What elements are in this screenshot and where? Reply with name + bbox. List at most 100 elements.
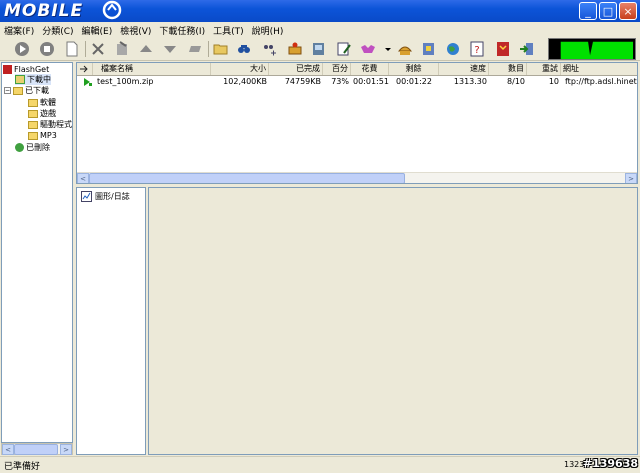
list-header: 檔案名稱 大小 已完成 百分 花費 剩餘 速度 數目 重試 網址 — [77, 63, 637, 76]
exit-app-icon[interactable] — [494, 40, 512, 58]
globe-icon[interactable] — [444, 40, 462, 58]
menu-task[interactable]: 下載任務(I) — [155, 24, 209, 37]
col-completed[interactable]: 已完成 — [269, 63, 323, 75]
exit-icon[interactable] — [518, 40, 536, 58]
col-url[interactable]: 網址 — [561, 63, 637, 75]
tree-item-mp3[interactable]: MP3 — [28, 130, 57, 141]
folder-icon — [28, 109, 38, 118]
download-list: 檔案名稱 大小 已完成 百分 花費 剩餘 速度 數目 重試 網址 test_10… — [76, 62, 638, 184]
move-up-icon[interactable] — [137, 40, 155, 58]
col-elapsed[interactable]: 花費 — [351, 63, 389, 75]
scroll-left-icon[interactable]: < — [2, 444, 14, 455]
folder-icon — [28, 120, 38, 129]
title-bar: MOBILE _ □ × — [0, 0, 640, 22]
cell-speed: 1313.30 — [453, 77, 487, 86]
import-icon[interactable] — [310, 40, 328, 58]
cell-elapsed: 00:01:51 — [353, 77, 389, 86]
flashget-icon — [3, 65, 12, 74]
help-icon[interactable]: ? — [468, 40, 486, 58]
menu-bar: 檔案(F) 分類(C) 編輯(E) 檢視(V) 下載任務(I) 工具(T) 說明… — [0, 22, 640, 38]
folder-icon — [28, 131, 38, 140]
col-size[interactable]: 大小 — [211, 63, 269, 75]
cell-percent: 73% — [331, 77, 349, 86]
speed-meter — [548, 38, 636, 60]
menu-file[interactable]: 檔案(F) — [0, 24, 38, 37]
scroll-thumb[interactable] — [14, 444, 58, 455]
tree-label-drivers: 驅動程式 — [40, 120, 72, 129]
menu-view[interactable]: 檢視(V) — [116, 24, 155, 37]
tree-item-deleted[interactable]: 已刪除 — [15, 142, 50, 153]
scroll-left-icon[interactable]: < — [77, 173, 89, 183]
tree-label-downloaded: 已下載 — [25, 86, 49, 95]
col-percent[interactable]: 百分 — [323, 63, 351, 75]
menu-category[interactable]: 分類(C) — [38, 24, 77, 37]
log-tab-label: 圖形/日誌 — [95, 192, 130, 201]
toolbar: ? — [0, 38, 640, 61]
cell-retry: 10 — [548, 77, 559, 86]
maximize-button[interactable]: □ — [599, 2, 617, 20]
status-text: 已準備好 — [4, 462, 41, 472]
logo-mark-icon — [102, 0, 122, 20]
start-icon[interactable] — [13, 40, 31, 58]
tree-label-games: 遊戲 — [40, 109, 56, 118]
cell-count: 8/10 — [507, 77, 525, 86]
svg-text:?: ? — [474, 45, 479, 56]
pause-icon[interactable] — [38, 40, 56, 58]
skin-icon[interactable] — [359, 40, 377, 58]
col-count[interactable]: 數目 — [489, 63, 527, 75]
edit-note-icon[interactable] — [335, 40, 353, 58]
tree-item-downloading[interactable]: 下載中 — [15, 74, 51, 85]
tree-item-games[interactable]: 遊戲 — [28, 108, 56, 119]
status-speed: 1323 — [564, 460, 585, 469]
tree-label-mp3: MP3 — [40, 131, 57, 140]
find-icon[interactable] — [235, 40, 253, 58]
detail-panel — [148, 187, 638, 455]
tree-label-downloading: 下載中 — [27, 75, 51, 84]
folder-icon — [28, 98, 38, 107]
app-logo: MOBILE — [4, 1, 84, 21]
cell-completed: 74759KB — [284, 77, 321, 86]
col-remaining[interactable]: 剩餘 — [389, 63, 439, 75]
cell-url: ftp://ftp.adsl.hinet.net — [565, 77, 637, 86]
category-tree: FlashGet 下載中 − 已下載 軟體 遊戲 驅動程式 MP3 已刪除 — [1, 62, 73, 443]
tree-label-deleted: 已刪除 — [26, 143, 50, 152]
status-bar: 已準備好 1323 — [0, 456, 640, 473]
scroll-right-icon[interactable]: > — [60, 444, 72, 455]
dial-icon[interactable] — [396, 40, 414, 58]
cell-filename: test_100m.zip — [97, 77, 154, 86]
properties-icon[interactable] — [113, 40, 131, 58]
log-tab[interactable]: 圖形/日誌 — [81, 191, 130, 202]
scroll-thumb[interactable] — [89, 173, 405, 183]
expand-icon[interactable]: − — [4, 87, 11, 94]
cell-size: 102,400KB — [223, 77, 267, 86]
scroll-right-icon[interactable]: > — [625, 173, 637, 183]
col-retry[interactable]: 重試 — [527, 63, 561, 75]
menu-tools[interactable]: 工具(T) — [209, 24, 248, 37]
delete-icon[interactable] — [89, 40, 107, 58]
folder-icon — [13, 86, 23, 95]
rename-icon[interactable] — [186, 40, 204, 58]
minimize-button[interactable]: _ — [579, 2, 597, 20]
watermark: #139638 — [582, 457, 638, 470]
cell-remaining: 00:01:22 — [396, 77, 432, 86]
dropdown-arrow-icon[interactable] — [379, 40, 397, 58]
menu-edit[interactable]: 編輯(E) — [78, 24, 117, 37]
close-button[interactable]: × — [619, 2, 637, 20]
find-next-icon[interactable] — [260, 40, 278, 58]
new-task-icon[interactable] — [63, 40, 81, 58]
open-folder-icon[interactable] — [212, 40, 230, 58]
tree-label-software: 軟體 — [40, 98, 56, 107]
menu-help[interactable]: 說明(H) — [248, 24, 288, 37]
downloading-icon — [15, 75, 25, 84]
tree-scrollbar[interactable]: < > — [1, 443, 73, 455]
col-speed[interactable]: 速度 — [439, 63, 489, 75]
move-down-icon[interactable] — [161, 40, 179, 58]
header-status-icon[interactable] — [77, 63, 93, 75]
list-scrollbar[interactable]: < > — [77, 172, 637, 183]
site-manager-icon[interactable] — [286, 40, 304, 58]
options-icon[interactable] — [420, 40, 438, 58]
tree-item-software[interactable]: 軟體 — [28, 97, 56, 108]
col-filename[interactable]: 檔案名稱 — [93, 63, 211, 75]
tree-item-drivers[interactable]: 驅動程式 — [28, 119, 72, 130]
tree-item-downloaded[interactable]: − 已下載 — [4, 85, 49, 96]
